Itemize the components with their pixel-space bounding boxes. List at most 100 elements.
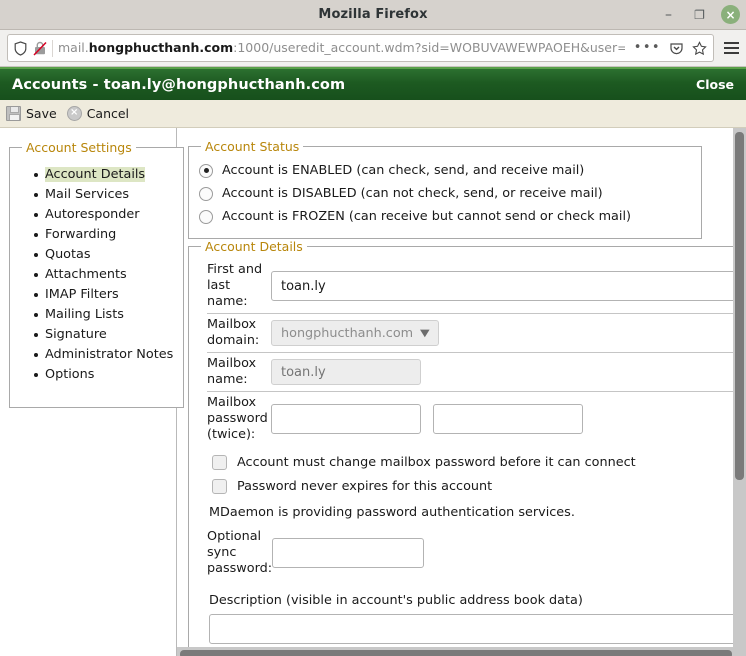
must-change-password-checkbox[interactable] — [212, 455, 227, 470]
sidebar-item-account-details[interactable]: Account Details — [34, 165, 173, 185]
sidebar-item-label: Quotas — [45, 247, 91, 262]
account-settings-legend: Account Settings — [26, 140, 132, 155]
sidebar-item-label: Autoresponder — [45, 207, 140, 222]
horizontal-scrollbar-thumb[interactable] — [180, 650, 732, 656]
checkbox-row-must-change-password[interactable]: Account must change mailbox password bef… — [212, 455, 746, 470]
radio-account-enabled[interactable] — [199, 163, 213, 178]
chevron-down-icon: ▼ — [420, 327, 430, 339]
auth-services-note: MDaemon is providing password authentica… — [209, 505, 575, 520]
sidebar-item-label: IMAP Filters — [45, 287, 119, 302]
sidebar-item-label: Administrator Notes — [45, 347, 174, 362]
cell-mailbox-password — [271, 392, 746, 447]
app-close-link[interactable]: Close — [696, 77, 734, 92]
save-button[interactable]: Save — [6, 106, 57, 121]
page-title: Accounts - toan.ly@hongphucthanh.com — [12, 76, 346, 93]
url-bar[interactable]: mail.hongphucthanh.com:1000/useredit_acc… — [7, 34, 714, 62]
browser-window-title: Mozilla Firefox — [318, 7, 428, 22]
shield-icon[interactable] — [14, 40, 27, 56]
description-field-wrap — [209, 614, 746, 644]
mailbox-domain-selected-value: hongphucthanh.com — [281, 325, 414, 341]
mailbox-password-input-1[interactable] — [271, 404, 421, 434]
mailbox-name-input[interactable] — [271, 359, 421, 385]
sidebar-item-imap-filters[interactable]: IMAP Filters — [34, 285, 173, 305]
cancel-button-label: Cancel — [86, 106, 130, 121]
radio-account-disabled[interactable] — [199, 186, 213, 201]
minimize-button[interactable]: – — [659, 5, 678, 24]
form-row-mailbox-domain: Mailbox domain: hongphucthanh.com ▼ — [207, 314, 746, 353]
sidebar-item-label: Signature — [45, 327, 107, 342]
sidebar: Account Settings Account Details Mail Se… — [0, 128, 185, 656]
browser-titlebar: Mozilla Firefox – ❐ × — [0, 0, 746, 30]
label-mailbox-password: Mailbox password (twice): — [207, 395, 268, 442]
radio-account-frozen[interactable] — [199, 209, 213, 224]
mailbox-domain-select[interactable]: hongphucthanh.com ▼ — [271, 320, 439, 346]
sidebar-item-administrator-notes[interactable]: Administrator Notes — [34, 345, 173, 365]
browser-navbar: mail.hongphucthanh.com:1000/useredit_acc… — [0, 30, 746, 67]
must-change-password-label: Account must change mailbox password bef… — [237, 455, 636, 470]
radio-label-frozen: Account is FROZEN (can receive but canno… — [222, 209, 632, 224]
label-first-last-name: First and last name: — [207, 262, 263, 309]
label-mailbox-domain: Mailbox domain: — [207, 317, 260, 348]
label-mailbox-name: Mailbox name: — [207, 356, 257, 387]
sidebar-item-mailing-lists[interactable]: Mailing Lists — [34, 305, 173, 325]
sidebar-item-forwarding[interactable]: Forwarding — [34, 225, 173, 245]
cell-mailbox-name — [271, 353, 746, 392]
cell-optional-sync-password — [272, 526, 746, 580]
site-identity-block[interactable] — [14, 39, 53, 57]
sidebar-item-quotas[interactable]: Quotas — [34, 245, 173, 265]
url-path: :1000/useredit_account.wdm?sid=WOBUVAWEW… — [233, 40, 625, 55]
main-content: Account Status Account is ENABLED (can c… — [177, 128, 746, 656]
url-domain: hongphucthanh.com — [88, 40, 234, 55]
broken-lock-icon[interactable] — [33, 41, 47, 56]
radio-row-frozen[interactable]: Account is FROZEN (can receive but canno… — [199, 205, 691, 228]
radio-label-enabled: Account is ENABLED (can check, send, and… — [222, 163, 585, 178]
cancel-button[interactable]: × Cancel — [66, 106, 130, 121]
cell-first-last-name — [271, 259, 746, 314]
password-never-expires-checkbox[interactable] — [212, 479, 227, 494]
account-details-panel: Account Details First and last name: Mai… — [188, 239, 746, 655]
sidebar-item-autoresponder[interactable]: Autoresponder — [34, 205, 173, 225]
app-toolbar: Save × Cancel — [0, 100, 746, 128]
sidebar-item-label: Attachments — [45, 267, 127, 282]
restore-button[interactable]: ❐ — [690, 5, 709, 24]
save-button-label: Save — [26, 106, 57, 121]
url-text[interactable]: mail.hongphucthanh.com:1000/useredit_acc… — [58, 35, 625, 61]
sidebar-nav-list: Account Details Mail Services Autorespon… — [20, 165, 173, 385]
cancel-circle-x-icon: × — [66, 106, 82, 121]
mailbox-password-input-2[interactable] — [433, 404, 584, 434]
app-header: Accounts - toan.ly@hongphucthanh.com Clo… — [0, 67, 746, 100]
sidebar-item-label: Account Details — [45, 167, 146, 182]
window-controls: – ❐ × — [659, 0, 740, 29]
bookmark-star-icon[interactable] — [692, 40, 707, 56]
description-input[interactable] — [209, 614, 744, 644]
account-settings-panel: Account Settings Account Details Mail Se… — [9, 140, 185, 408]
url-actions: ••• — [630, 40, 707, 56]
vertical-scrollbar[interactable] — [733, 128, 746, 656]
sidebar-item-options[interactable]: Options — [34, 365, 173, 385]
optional-sync-password-input[interactable] — [272, 538, 425, 568]
checkbox-row-password-never-expires[interactable]: Password never expires for this account — [212, 479, 746, 494]
form-row-mailbox-name: Mailbox name: — [207, 353, 746, 392]
first-last-name-input[interactable] — [271, 271, 743, 301]
sidebar-item-signature[interactable]: Signature — [34, 325, 173, 345]
cell-mailbox-domain: hongphucthanh.com ▼ — [271, 314, 746, 353]
radio-row-enabled[interactable]: Account is ENABLED (can check, send, and… — [199, 159, 691, 182]
form-row-first-last-name: First and last name: — [207, 259, 746, 314]
radio-row-disabled[interactable]: Account is DISABLED (can not check, send… — [199, 182, 691, 205]
account-details-form: First and last name: Mailbox domain: hon… — [207, 259, 746, 446]
vertical-scrollbar-thumb[interactable] — [735, 132, 744, 480]
hamburger-menu-icon[interactable] — [724, 42, 739, 54]
sidebar-item-label: Options — [45, 367, 95, 382]
pocket-icon[interactable] — [669, 41, 684, 56]
sidebar-item-attachments[interactable]: Attachments — [34, 265, 173, 285]
close-window-button[interactable]: × — [721, 5, 740, 24]
horizontal-scrollbar[interactable] — [177, 647, 746, 656]
account-status-legend: Account Status — [205, 139, 300, 154]
sidebar-item-label: Forwarding — [45, 227, 117, 242]
sidebar-item-mail-services[interactable]: Mail Services — [34, 185, 173, 205]
password-never-expires-label: Password never expires for this account — [237, 479, 493, 494]
url-subdomain: mail. — [58, 40, 89, 55]
page-actions-icon[interactable]: ••• — [634, 41, 661, 54]
sidebar-item-label: Mail Services — [45, 187, 130, 202]
sync-password-form: Optional sync password: — [207, 526, 746, 580]
